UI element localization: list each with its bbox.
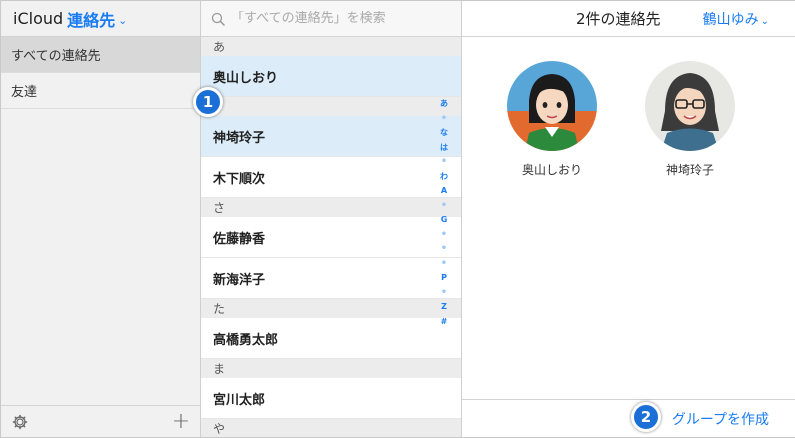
index-dot[interactable]: •	[441, 228, 447, 243]
user-menu[interactable]: 鶴山ゆみ ⌄	[703, 9, 769, 29]
avatar	[645, 61, 735, 151]
index-letter[interactable]: な	[440, 126, 448, 141]
detail-footer: グループを作成	[462, 399, 795, 437]
icloud-label: iCloud	[13, 9, 64, 28]
sidebar: iCloud 連絡先 ⌄ すべての連絡先 友達 +	[1, 1, 201, 437]
avatar	[507, 61, 597, 151]
contact-card[interactable]: 神埼玲子	[640, 61, 740, 178]
section-header	[201, 97, 461, 116]
chevron-down-icon: ⌄	[760, 15, 769, 27]
search-input[interactable]	[231, 11, 451, 26]
index-letter[interactable]: A	[441, 184, 447, 199]
index-letter[interactable]: G	[441, 213, 448, 228]
app-header[interactable]: iCloud 連絡先 ⌄	[1, 1, 200, 37]
contact-card[interactable]: 奥山しおり	[502, 61, 602, 178]
chevron-down-icon[interactable]: ⌄	[118, 14, 127, 27]
detail-header: 2件の連絡先 鶴山ゆみ ⌄	[462, 1, 795, 37]
app-name[interactable]: 連絡先	[67, 7, 115, 31]
index-dot[interactable]: •	[441, 112, 447, 127]
contact-row[interactable]: 宮川太郎	[201, 378, 461, 419]
detail-pane: 2件の連絡先 鶴山ゆみ ⌄ 奥山しおり 神埼玲子 グループを作成	[462, 1, 795, 437]
alphabet-index[interactable]: あ • な は • わ A • G • • • P • Z #	[437, 97, 451, 329]
contact-row[interactable]: 奥山しおり	[201, 56, 461, 97]
group-all-contacts[interactable]: すべての連絡先	[1, 37, 200, 73]
index-letter[interactable]: は	[440, 141, 448, 156]
index-letter[interactable]: P	[441, 271, 447, 286]
callout-badge: 1	[193, 87, 223, 117]
search-bar	[201, 1, 461, 37]
index-dot[interactable]: •	[441, 286, 447, 301]
index-dot[interactable]: •	[441, 199, 447, 214]
index-letter[interactable]: あ	[440, 97, 448, 112]
index-dot[interactable]: •	[441, 257, 447, 272]
section-header-ta: た	[201, 299, 461, 318]
sidebar-footer: +	[1, 405, 200, 437]
contact-list-column: あ 奥山しおり 神埼玲子 木下順次 さ 佐藤静香 新海洋子 た 高橋勇太郎 ま …	[201, 1, 462, 437]
index-letter[interactable]: #	[441, 315, 448, 330]
user-name: 鶴山ゆみ	[702, 11, 759, 28]
section-header-a: あ	[201, 37, 461, 56]
section-header-ya: や	[201, 419, 461, 437]
card-name: 神埼玲子	[665, 163, 714, 177]
contact-count: 2件の連絡先	[576, 10, 661, 28]
contact-row[interactable]: 佐藤静香	[201, 217, 461, 258]
create-group-button[interactable]: グループを作成	[672, 409, 769, 429]
contact-row[interactable]: 神埼玲子	[201, 116, 461, 157]
section-header-sa: さ	[201, 198, 461, 217]
index-dot[interactable]: •	[441, 155, 447, 170]
contacts-app: iCloud 連絡先 ⌄ すべての連絡先 友達 + 「すべての連絡先」を検索 あ…	[0, 0, 795, 438]
contact-row[interactable]: 高橋勇太郎	[201, 318, 461, 359]
section-header-ma: ま	[201, 359, 461, 378]
group-friends[interactable]: 友達	[1, 73, 200, 109]
contact-row[interactable]: 木下順次	[201, 157, 461, 198]
selected-contacts: 奥山しおり 神埼玲子	[502, 61, 740, 178]
contact-row[interactable]: 新海洋子	[201, 258, 461, 299]
index-letter[interactable]: Z	[441, 300, 447, 315]
index-dot[interactable]: •	[441, 242, 447, 257]
card-name: 奥山しおり	[521, 163, 582, 177]
plus-icon[interactable]: +	[172, 409, 190, 434]
gear-icon[interactable]	[11, 413, 29, 431]
callout-badge: 2	[631, 402, 661, 432]
search-icon	[209, 10, 227, 28]
index-letter[interactable]: わ	[440, 170, 448, 185]
